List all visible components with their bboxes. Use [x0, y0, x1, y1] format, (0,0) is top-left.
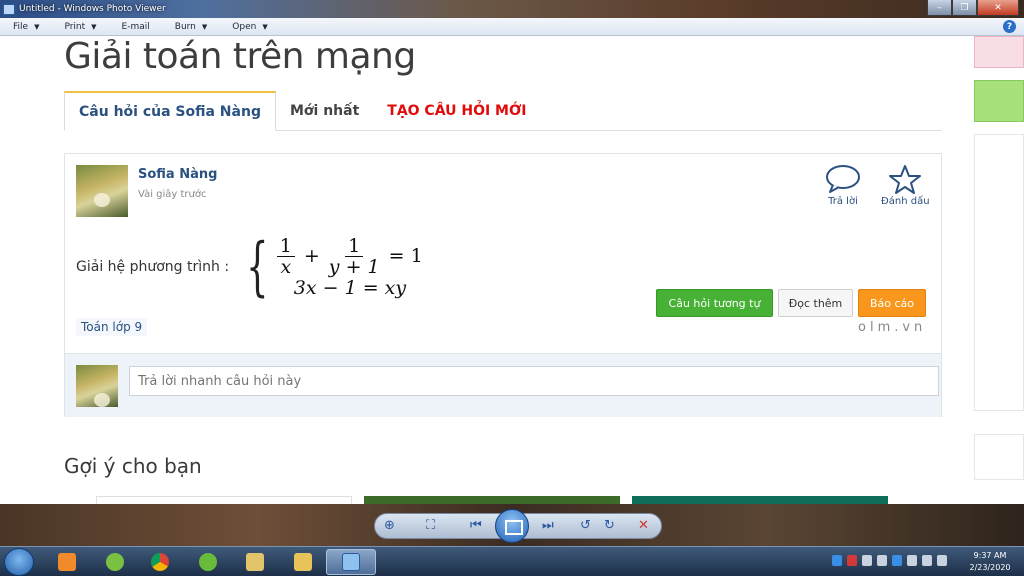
avatar[interactable]: [76, 165, 128, 217]
actual-size-icon[interactable]: ⛶: [426, 518, 435, 533]
viewer-toolbar: ⊕ ⛶ ⏮ ⏭ ↺ ↻ ✕: [0, 504, 1024, 546]
app-icon: [106, 553, 124, 571]
menu-file[interactable]: File ▼: [0, 22, 51, 32]
volume-icon[interactable]: [862, 555, 872, 566]
start-button[interactable]: [4, 548, 34, 576]
tab-newest[interactable]: Mới nhất: [276, 91, 373, 131]
clock-time: 9:37 AM: [973, 551, 1007, 560]
question-content: Giải hệ phương trình : { 1x + 1y + 1 = 1…: [76, 232, 427, 302]
tab-bar: Câu hỏi của Sofia Nàng Mới nhất TẠO CÂU …: [64, 91, 941, 131]
reply-action[interactable]: Trả lời: [825, 164, 861, 207]
folder-icon: [294, 553, 312, 571]
suggest-title: Gợi ý cho bạn: [64, 454, 202, 478]
system-brace: {: [246, 230, 269, 304]
sidebar-banner[interactable]: [974, 80, 1024, 122]
menu-bar: File ▼ Print ▼ E-mail Burn ▼ Open ▼ ?: [0, 18, 1024, 36]
taskbar-media-player[interactable]: [42, 549, 92, 575]
chevron-down-icon: ▼: [91, 22, 97, 31]
taskbar-explorer[interactable]: [278, 549, 328, 575]
question-label: Giải hệ phương trình :: [76, 259, 230, 275]
menu-open[interactable]: Open ▼: [219, 22, 279, 32]
app-icon: [199, 553, 217, 571]
close-button[interactable]: ✕: [977, 0, 1019, 16]
avatar: [76, 365, 118, 407]
delete-icon[interactable]: ✕: [638, 518, 649, 533]
rotate-left-icon[interactable]: ↺: [580, 518, 591, 533]
suggestion-card[interactable]: [96, 496, 352, 504]
grade-tag[interactable]: Toán lớp 9: [76, 318, 148, 336]
question-card: Sofia Nàng Vài giây trước Trả lời Đánh d…: [64, 153, 942, 417]
fraction: 1y + 1: [328, 234, 380, 278]
bookmark-action[interactable]: Đánh dấu: [881, 164, 930, 207]
slideshow-button[interactable]: [495, 509, 529, 543]
chevron-down-icon: ▼: [262, 22, 268, 31]
star-icon: [889, 165, 922, 194]
reply-label: Trả lời: [828, 196, 858, 207]
language-icon[interactable]: [877, 555, 887, 566]
tab-create-question[interactable]: TẠO CÂU HỎI MỚI: [373, 91, 540, 131]
tray-icon[interactable]: [892, 555, 902, 566]
previous-icon[interactable]: ⏮: [470, 518, 482, 533]
quick-reply-bar: [65, 353, 941, 417]
page-title: Giải toán trên mạng: [64, 36, 416, 77]
photo-viewer-icon: [342, 553, 360, 571]
watermark: olm.vn: [858, 320, 927, 335]
sidebar-panel: [974, 434, 1024, 480]
equation-2: 3x − 1 = xy: [293, 276, 407, 299]
taskbar-app[interactable]: [90, 549, 140, 575]
power-icon[interactable]: [937, 555, 947, 566]
next-icon[interactable]: ⏭: [542, 518, 554, 533]
equation-system: 1x + 1y + 1 = 1 3x − 1 = xy: [272, 236, 427, 299]
taskbar-paint[interactable]: [230, 549, 280, 575]
system-tray: [832, 555, 947, 566]
minimize-button[interactable]: –: [927, 0, 952, 16]
tray-icon[interactable]: [847, 555, 857, 566]
menu-print[interactable]: Print ▼: [51, 22, 108, 32]
chevron-down-icon: ▼: [201, 22, 208, 31]
tray-icon[interactable]: [832, 555, 842, 566]
report-button[interactable]: Báo cáo: [858, 289, 926, 317]
speech-bubble-icon: [826, 165, 860, 193]
network-icon[interactable]: [907, 555, 917, 566]
rotate-right-icon[interactable]: ↻: [604, 518, 615, 533]
chevron-down-icon: ▼: [34, 22, 40, 31]
window-title: Untitled - Windows Photo Viewer: [19, 4, 166, 14]
taskbar-app[interactable]: [183, 549, 233, 575]
equation-1: 1x + 1y + 1 = 1: [272, 236, 427, 277]
image-canvas: Giải toán trên mạng Câu hỏi của Sofia Nà…: [0, 36, 1024, 504]
sidebar-banner[interactable]: [974, 36, 1024, 68]
quick-reply-input[interactable]: [129, 366, 939, 396]
taskbar-photo-viewer[interactable]: [326, 549, 376, 575]
zoom-icon[interactable]: ⊕: [384, 518, 395, 533]
tab-user-questions[interactable]: Câu hỏi của Sofia Nàng: [64, 91, 276, 131]
chrome-icon: [151, 553, 169, 571]
photo-viewer-icon: [3, 3, 15, 15]
clock-date: 2/23/2020: [969, 563, 1011, 572]
taskbar: 9:37 AM 2/23/2020: [0, 546, 1024, 576]
post-time: Vài giây trước: [138, 189, 207, 200]
media-player-icon: [58, 553, 76, 571]
maximize-button[interactable]: ❐: [952, 0, 977, 16]
sidebar-panel: [974, 134, 1024, 411]
flag-icon[interactable]: [922, 555, 932, 566]
user-name[interactable]: Sofia Nàng: [138, 167, 217, 182]
window-controls: – ❐ ✕: [927, 0, 1019, 16]
taskbar-chrome[interactable]: [135, 549, 185, 575]
read-more-button[interactable]: Đọc thêm: [778, 289, 853, 317]
suggestion-card[interactable]: [632, 496, 888, 504]
similar-questions-button[interactable]: Câu hỏi tương tự: [656, 289, 773, 317]
fraction: 1x: [276, 236, 295, 277]
clock[interactable]: 9:37 AM 2/23/2020: [960, 550, 1020, 574]
menu-email[interactable]: E-mail: [109, 22, 162, 32]
help-icon[interactable]: ?: [1003, 20, 1016, 33]
menu-burn[interactable]: Burn ▼: [162, 22, 220, 32]
title-bar: Untitled - Windows Photo Viewer – ❐ ✕: [0, 0, 1024, 18]
paint-icon: [246, 553, 264, 571]
bookmark-label: Đánh dấu: [881, 196, 930, 207]
suggestion-card[interactable]: [364, 496, 620, 504]
